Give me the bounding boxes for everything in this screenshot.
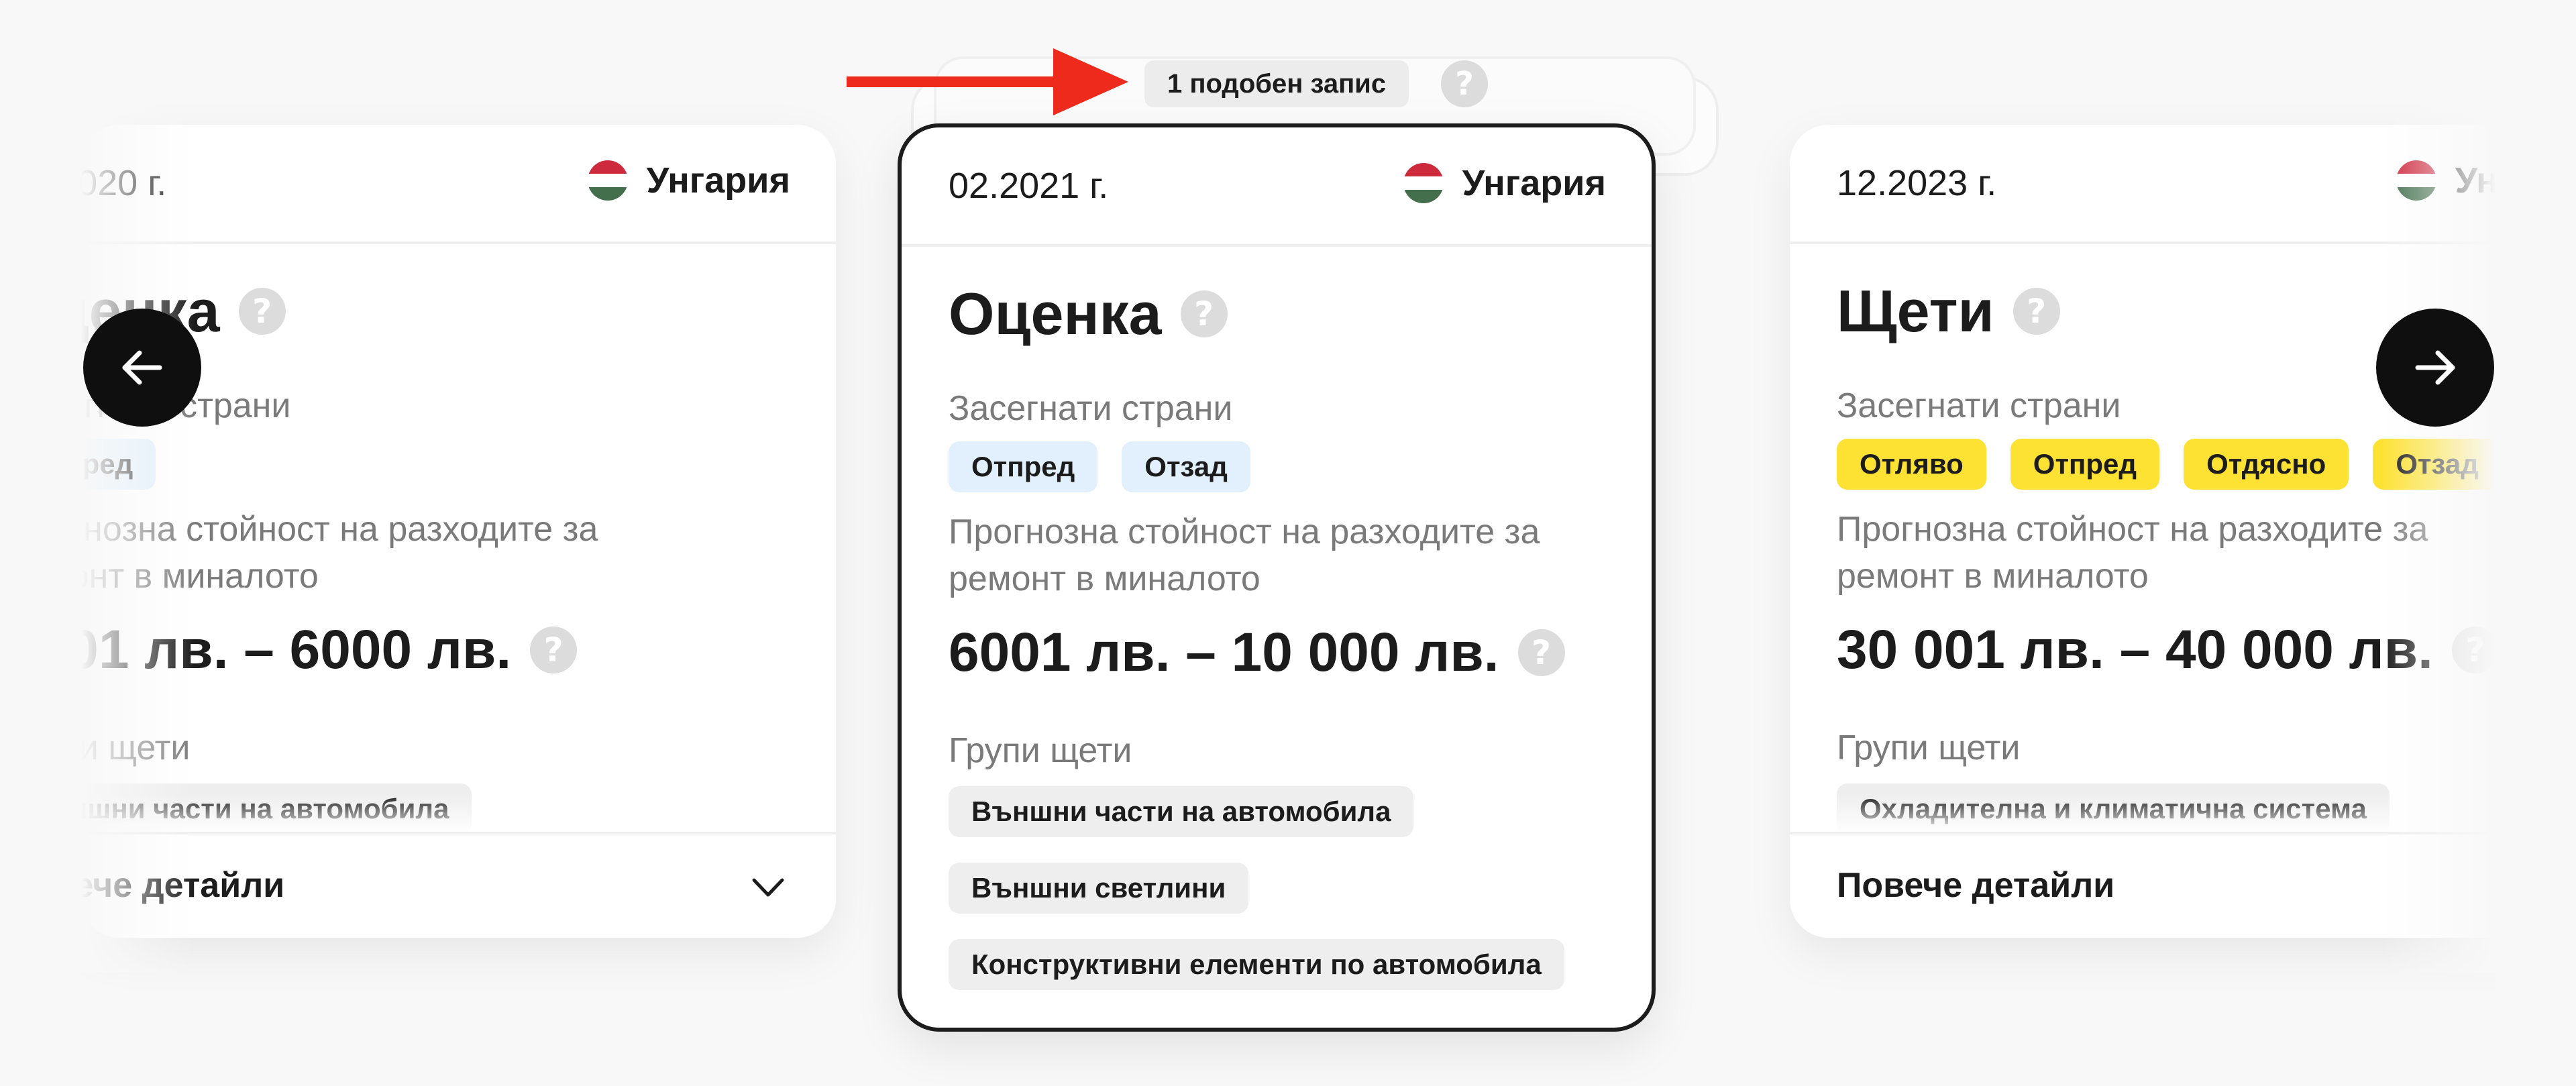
repair-cost-text: 6001 лв. – 10 000 лв. [949,622,1499,683]
damage-groups-label: Групи щети [80,728,191,767]
hungary-flag-icon [1403,163,1444,203]
repair-cost-text: 3001 лв. – 6000 лв. [80,619,512,680]
arrow-right-icon [2415,350,2455,385]
record-country: Унгария [2396,160,2496,201]
affected-sides-label: Засегнати страни [1837,386,2121,425]
side-chip: Отляво [1837,439,1986,490]
record-title: Щети ? [1837,282,2060,341]
side-chip: Отзад [2373,439,2496,490]
repair-cost-label: Прогнозна стойност на разходите за ремон… [80,510,598,596]
country-name: Унгария [646,160,790,201]
repair-cost-value: 6001 лв. – 10 000 лв. ? [949,621,1565,684]
country-name: Унгария [1462,163,1606,203]
repair-cost-label: Прогнозна стойност на разходите за ремон… [1837,510,2428,596]
hungary-flag-icon [587,160,628,201]
affected-sides-chips: Отпред [80,439,156,490]
help-icon[interactable]: ? [530,627,578,673]
card-header: 02.2021 г. Унгария [902,127,1652,247]
carousel-viewport: 12.2020 г. Унгария Оценка ? Засегнати ст… [80,0,2496,1086]
help-icon[interactable]: ? [2451,627,2496,673]
record-date: 02.2021 г. [949,166,1109,206]
affected-sides-chips: Отпред Отзад [949,441,1250,492]
damage-record-card-left[interactable]: 12.2020 г. Унгария Оценка ? Засегнати ст… [80,125,836,938]
side-chip: Отпред [80,439,156,490]
chevron-down-icon[interactable] [751,871,785,904]
annotation-arrow-icon [847,48,1128,115]
carousel-next-button[interactable] [2376,309,2494,427]
help-icon[interactable]: ? [238,288,286,335]
side-chip: Отпред [949,441,1098,492]
more-details-link[interactable]: Повече детайли [1837,865,2114,906]
content-fade [80,794,836,834]
damage-record-card-selected[interactable]: 02.2021 г. Унгария Оценка ? Засегнати ст… [898,123,1656,1032]
country-name: Унгария [2455,160,2496,201]
side-chip: Отдясно [2184,439,2349,490]
card-header: 12.2023 г. Унгария [1790,125,2496,244]
side-chip: Отзад [1122,441,1250,492]
affected-sides-chips: Отляво Отпред Отдясно Отзад [1837,439,2496,490]
damage-group-chip: Външни части на автомобила [949,786,1414,837]
help-icon[interactable]: ? [1441,60,1488,107]
repair-cost-label: Прогнозна стойност на разходите за ремон… [949,512,1540,598]
card-footer[interactable]: Повече детайли [80,832,836,938]
help-icon[interactable]: ? [1517,629,1565,676]
help-icon[interactable]: ? [1180,290,1228,337]
hungary-flag-icon [2396,160,2436,201]
side-chip: Отпред [2010,439,2160,490]
help-icon[interactable]: ? [2012,288,2060,335]
similar-records-badge[interactable]: 1 подобен запис [1144,60,1409,107]
card-footer[interactable]: Повече детайли [1790,832,2496,938]
damage-groups-label: Групи щети [949,731,1132,770]
record-country: Унгария [587,160,790,201]
damage-groups-chips: Външни части на автомобила Външни светли… [949,786,1564,990]
carousel-prev-button[interactable] [83,309,201,427]
record-date: 12.2023 г. [1837,163,1997,203]
record-title-text: Щети [1837,278,1994,344]
record-country: Унгария [1403,162,1606,204]
record-date: 12.2020 г. [80,163,167,203]
record-title-text: Оценка [949,280,1162,347]
affected-sides-label: Засегнати страни [949,389,1233,428]
arrow-left-icon [122,350,162,385]
repair-cost-value: 30 001 лв. – 40 000 лв. ? [1837,618,2496,682]
more-details-link[interactable]: Повече детайли [80,865,284,906]
card-header: 12.2020 г. Унгария [80,125,836,244]
repair-cost-text: 30 001 лв. – 40 000 лв. [1837,619,2433,680]
content-fade [1790,794,2496,834]
damage-group-chip: Външни светлини [949,863,1249,914]
record-title: Оценка ? [949,284,1228,343]
damage-groups-label: Групи щети [1837,728,2021,767]
history-carousel: 12.2020 г. Унгария Оценка ? Засегнати ст… [0,0,2576,1086]
damage-record-card-right[interactable]: 12.2023 г. Унгария Щети ? Засегнати стра… [1790,125,2496,938]
repair-cost-value: 3001 лв. – 6000 лв. ? [80,618,578,682]
damage-group-chip: Конструктивни елементи по автомобила [949,939,1564,990]
